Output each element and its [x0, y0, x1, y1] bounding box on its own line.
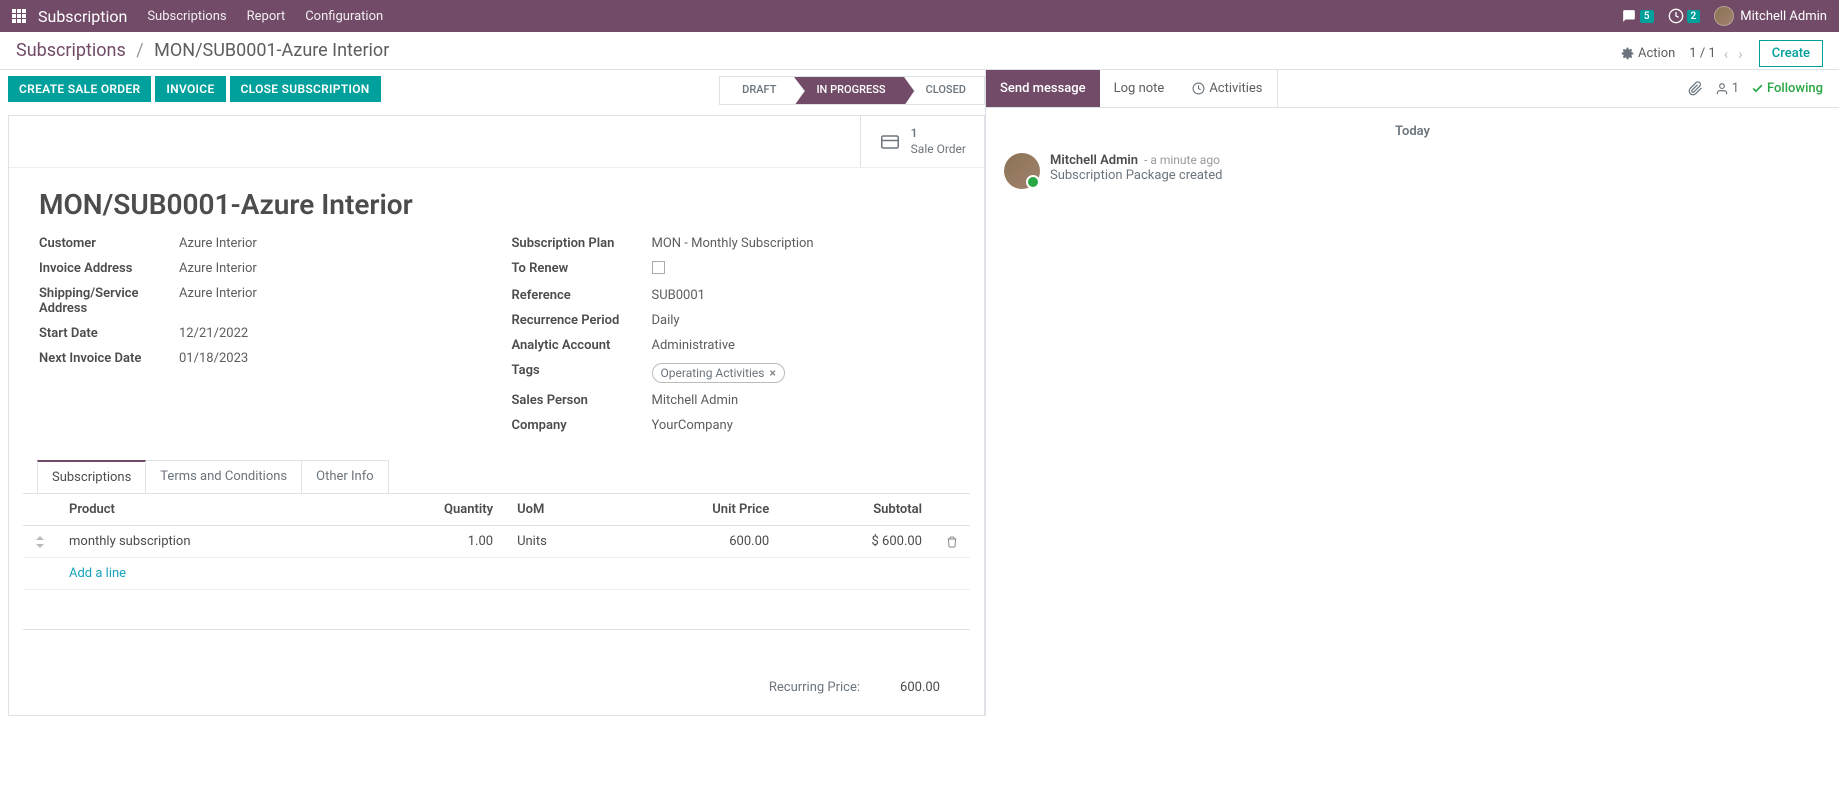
user-avatar-icon — [1714, 6, 1734, 26]
total-value: 600.00 — [900, 680, 940, 695]
cell-qty[interactable]: 1.00 — [355, 526, 505, 558]
activities-button[interactable]: Activities — [1178, 70, 1277, 107]
messages-badge: 5 — [1640, 10, 1654, 23]
user-name: Mitchell Admin — [1740, 9, 1827, 24]
status-draft[interactable]: DRAFT — [720, 77, 794, 104]
control-panel: Subscriptions / MON/SUB0001-Azure Interi… — [0, 32, 1839, 70]
chatter-date: Today — [1004, 118, 1821, 145]
close-subscription-button[interactable]: CLOSE SUBSCRIPTION — [230, 76, 381, 102]
tab-other-info[interactable]: Other Info — [301, 460, 389, 493]
nav-subscriptions[interactable]: Subscriptions — [147, 9, 226, 24]
message-author[interactable]: Mitchell Admin — [1050, 153, 1138, 168]
label-company: Company — [512, 418, 652, 433]
th-unit-price: Unit Price — [615, 494, 781, 526]
stat-label: Sale Order — [911, 142, 966, 156]
th-product: Product — [57, 494, 355, 526]
value-plan[interactable]: MON - Monthly Subscription — [652, 236, 955, 251]
label-recurrence: Recurrence Period — [512, 313, 652, 328]
value-analytic[interactable]: Administrative — [652, 338, 955, 353]
record-title: MON/SUB0001-Azure Interior — [9, 168, 984, 231]
message-avatar-icon — [1004, 153, 1040, 189]
delete-row-icon[interactable] — [934, 526, 970, 558]
th-qty: Quantity — [355, 494, 505, 526]
label-to-renew: To Renew — [512, 261, 652, 276]
label-reference: Reference — [512, 288, 652, 303]
action-dropdown[interactable]: Action — [1621, 46, 1675, 61]
value-company[interactable]: YourCompany — [652, 418, 955, 433]
log-note-button[interactable]: Log note — [1100, 70, 1179, 107]
message-time: - a minute ago — [1144, 153, 1220, 167]
value-recurrence[interactable]: Daily — [652, 313, 955, 328]
pager-value[interactable]: 1 / 1 — [1689, 46, 1715, 61]
apps-menu-icon[interactable] — [12, 9, 26, 23]
attachment-icon[interactable] — [1688, 81, 1703, 96]
status-bar: DRAFT IN PROGRESS CLOSED — [719, 76, 985, 105]
chatter: Send message Log note Activities 1 Follo… — [985, 70, 1839, 716]
table-row[interactable]: monthly subscription 1.00 Units 600.00 $… — [23, 526, 970, 558]
value-invoice-addr[interactable]: Azure Interior — [179, 261, 482, 276]
activities-badge: 2 — [1687, 10, 1701, 23]
total-label: Recurring Price: — [769, 680, 860, 695]
value-sales-person[interactable]: Mitchell Admin — [652, 393, 955, 408]
value-next-invoice[interactable]: 01/18/2023 — [179, 351, 482, 366]
invoice-button[interactable]: INVOICE — [155, 76, 225, 102]
create-button[interactable]: Create — [1759, 40, 1823, 67]
credit-card-icon — [879, 131, 901, 152]
label-customer: Customer — [39, 236, 179, 251]
stat-sale-order-button[interactable]: 1 Sale Order — [860, 116, 984, 167]
message-text: Subscription Package created — [1050, 168, 1821, 183]
following-button[interactable]: Following — [1751, 81, 1823, 96]
label-invoice-addr: Invoice Address — [39, 261, 179, 276]
value-shipping[interactable]: Azure Interior — [179, 286, 482, 301]
tag-chip[interactable]: Operating Activities × — [652, 363, 785, 383]
th-subtotal: Subtotal — [781, 494, 934, 526]
user-menu[interactable]: Mitchell Admin — [1714, 6, 1827, 26]
label-start-date: Start Date — [39, 326, 179, 341]
th-uom: UoM — [505, 494, 615, 526]
pager: 1 / 1 ‹ › — [1689, 45, 1744, 63]
stat-count: 1 — [911, 126, 918, 140]
value-reference[interactable]: SUB0001 — [652, 288, 955, 303]
pager-prev-icon[interactable]: ‹ — [1722, 45, 1731, 63]
top-navbar: Subscription Subscriptions Report Config… — [0, 0, 1839, 32]
send-message-button[interactable]: Send message — [986, 70, 1100, 107]
chatter-message: Mitchell Admin - a minute ago Subscripti… — [1004, 145, 1821, 197]
nav-report[interactable]: Report — [247, 9, 286, 24]
tag-remove-icon[interactable]: × — [770, 366, 776, 380]
label-next-invoice: Next Invoice Date — [39, 351, 179, 366]
label-tags: Tags — [512, 363, 652, 378]
lines-table: Product Quantity UoM Unit Price Subtotal… — [23, 494, 970, 630]
activities-icon[interactable]: 2 — [1668, 8, 1701, 24]
breadcrumb: Subscriptions / MON/SUB0001-Azure Interi… — [16, 40, 1621, 61]
nav-configuration[interactable]: Configuration — [305, 9, 383, 24]
to-renew-checkbox[interactable] — [652, 261, 665, 274]
pager-next-icon[interactable]: › — [1736, 45, 1745, 63]
create-sale-order-button[interactable]: CREATE SALE ORDER — [8, 76, 151, 102]
cell-unit-price[interactable]: 600.00 — [615, 526, 781, 558]
add-line-link[interactable]: Add a line — [69, 566, 126, 581]
status-in-progress[interactable]: IN PROGRESS — [794, 77, 903, 104]
breadcrumb-current: MON/SUB0001-Azure Interior — [154, 40, 389, 61]
tab-subscriptions[interactable]: Subscriptions — [37, 460, 146, 493]
label-shipping: Shipping/Service Address — [39, 286, 179, 316]
cell-product[interactable]: monthly subscription — [57, 526, 355, 558]
messages-icon[interactable]: 5 — [1621, 9, 1654, 23]
status-closed[interactable]: CLOSED — [904, 77, 984, 104]
label-plan: Subscription Plan — [512, 236, 652, 251]
form-sheet: 1 Sale Order MON/SUB0001-Azure Interior … — [8, 115, 985, 716]
tab-terms[interactable]: Terms and Conditions — [145, 460, 302, 493]
cell-subtotal: $ 600.00 — [781, 526, 934, 558]
value-customer[interactable]: Azure Interior — [179, 236, 482, 251]
followers-count: 1 — [1732, 81, 1739, 96]
followers-button[interactable]: 1 — [1715, 81, 1739, 96]
cell-uom[interactable]: Units — [505, 526, 615, 558]
breadcrumb-root[interactable]: Subscriptions — [16, 40, 126, 61]
tag-label: Operating Activities — [661, 366, 765, 380]
value-start-date[interactable]: 12/21/2022 — [179, 326, 482, 341]
drag-handle-icon[interactable] — [23, 526, 57, 558]
label-sales-person: Sales Person — [512, 393, 652, 408]
label-analytic: Analytic Account — [512, 338, 652, 353]
app-title: Subscription — [38, 7, 127, 26]
